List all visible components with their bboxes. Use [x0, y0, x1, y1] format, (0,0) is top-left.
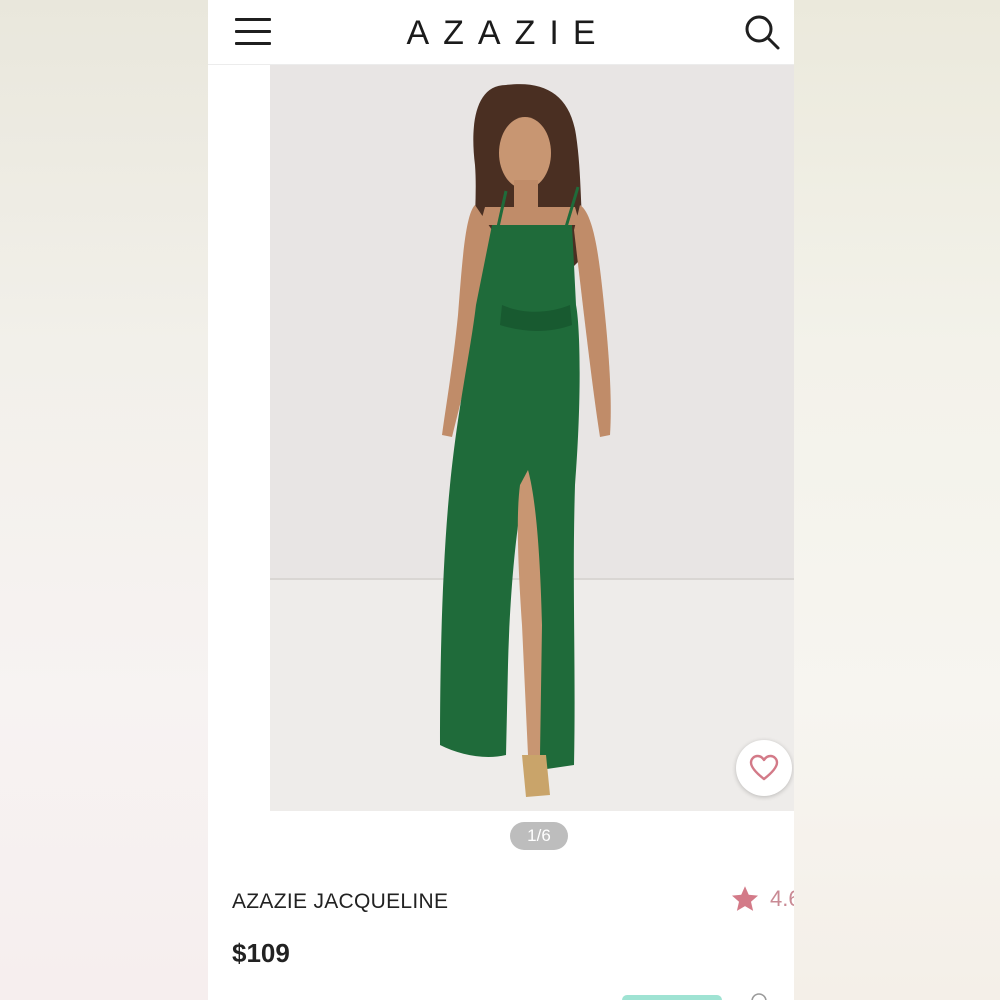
backdrop-left: [0, 0, 208, 1000]
product-price: $109: [232, 938, 290, 968]
product-image-gallery[interactable]: [270, 65, 794, 811]
product-page: AZAZIE 1/6 AZAZIE JACQUELINE 4. $109: [208, 0, 794, 1000]
top-bar: AZAZIE: [208, 0, 794, 65]
product-name: AZAZIE JACQUELINE: [232, 890, 449, 913]
brand-logo[interactable]: AZAZIE: [208, 14, 794, 53]
offscreen-row-edge: [232, 990, 792, 1000]
rating-value: 4.6: [770, 886, 794, 911]
star-icon: [732, 886, 758, 911]
heart-outline-icon: [749, 754, 779, 781]
product-rating[interactable]: 4.6: [730, 884, 794, 914]
favorite-button[interactable]: [736, 740, 792, 796]
search-icon[interactable]: [742, 12, 782, 52]
image-pager: 1/6: [510, 822, 568, 850]
product-photo: [270, 65, 794, 811]
backdrop-right: [794, 0, 1000, 1000]
